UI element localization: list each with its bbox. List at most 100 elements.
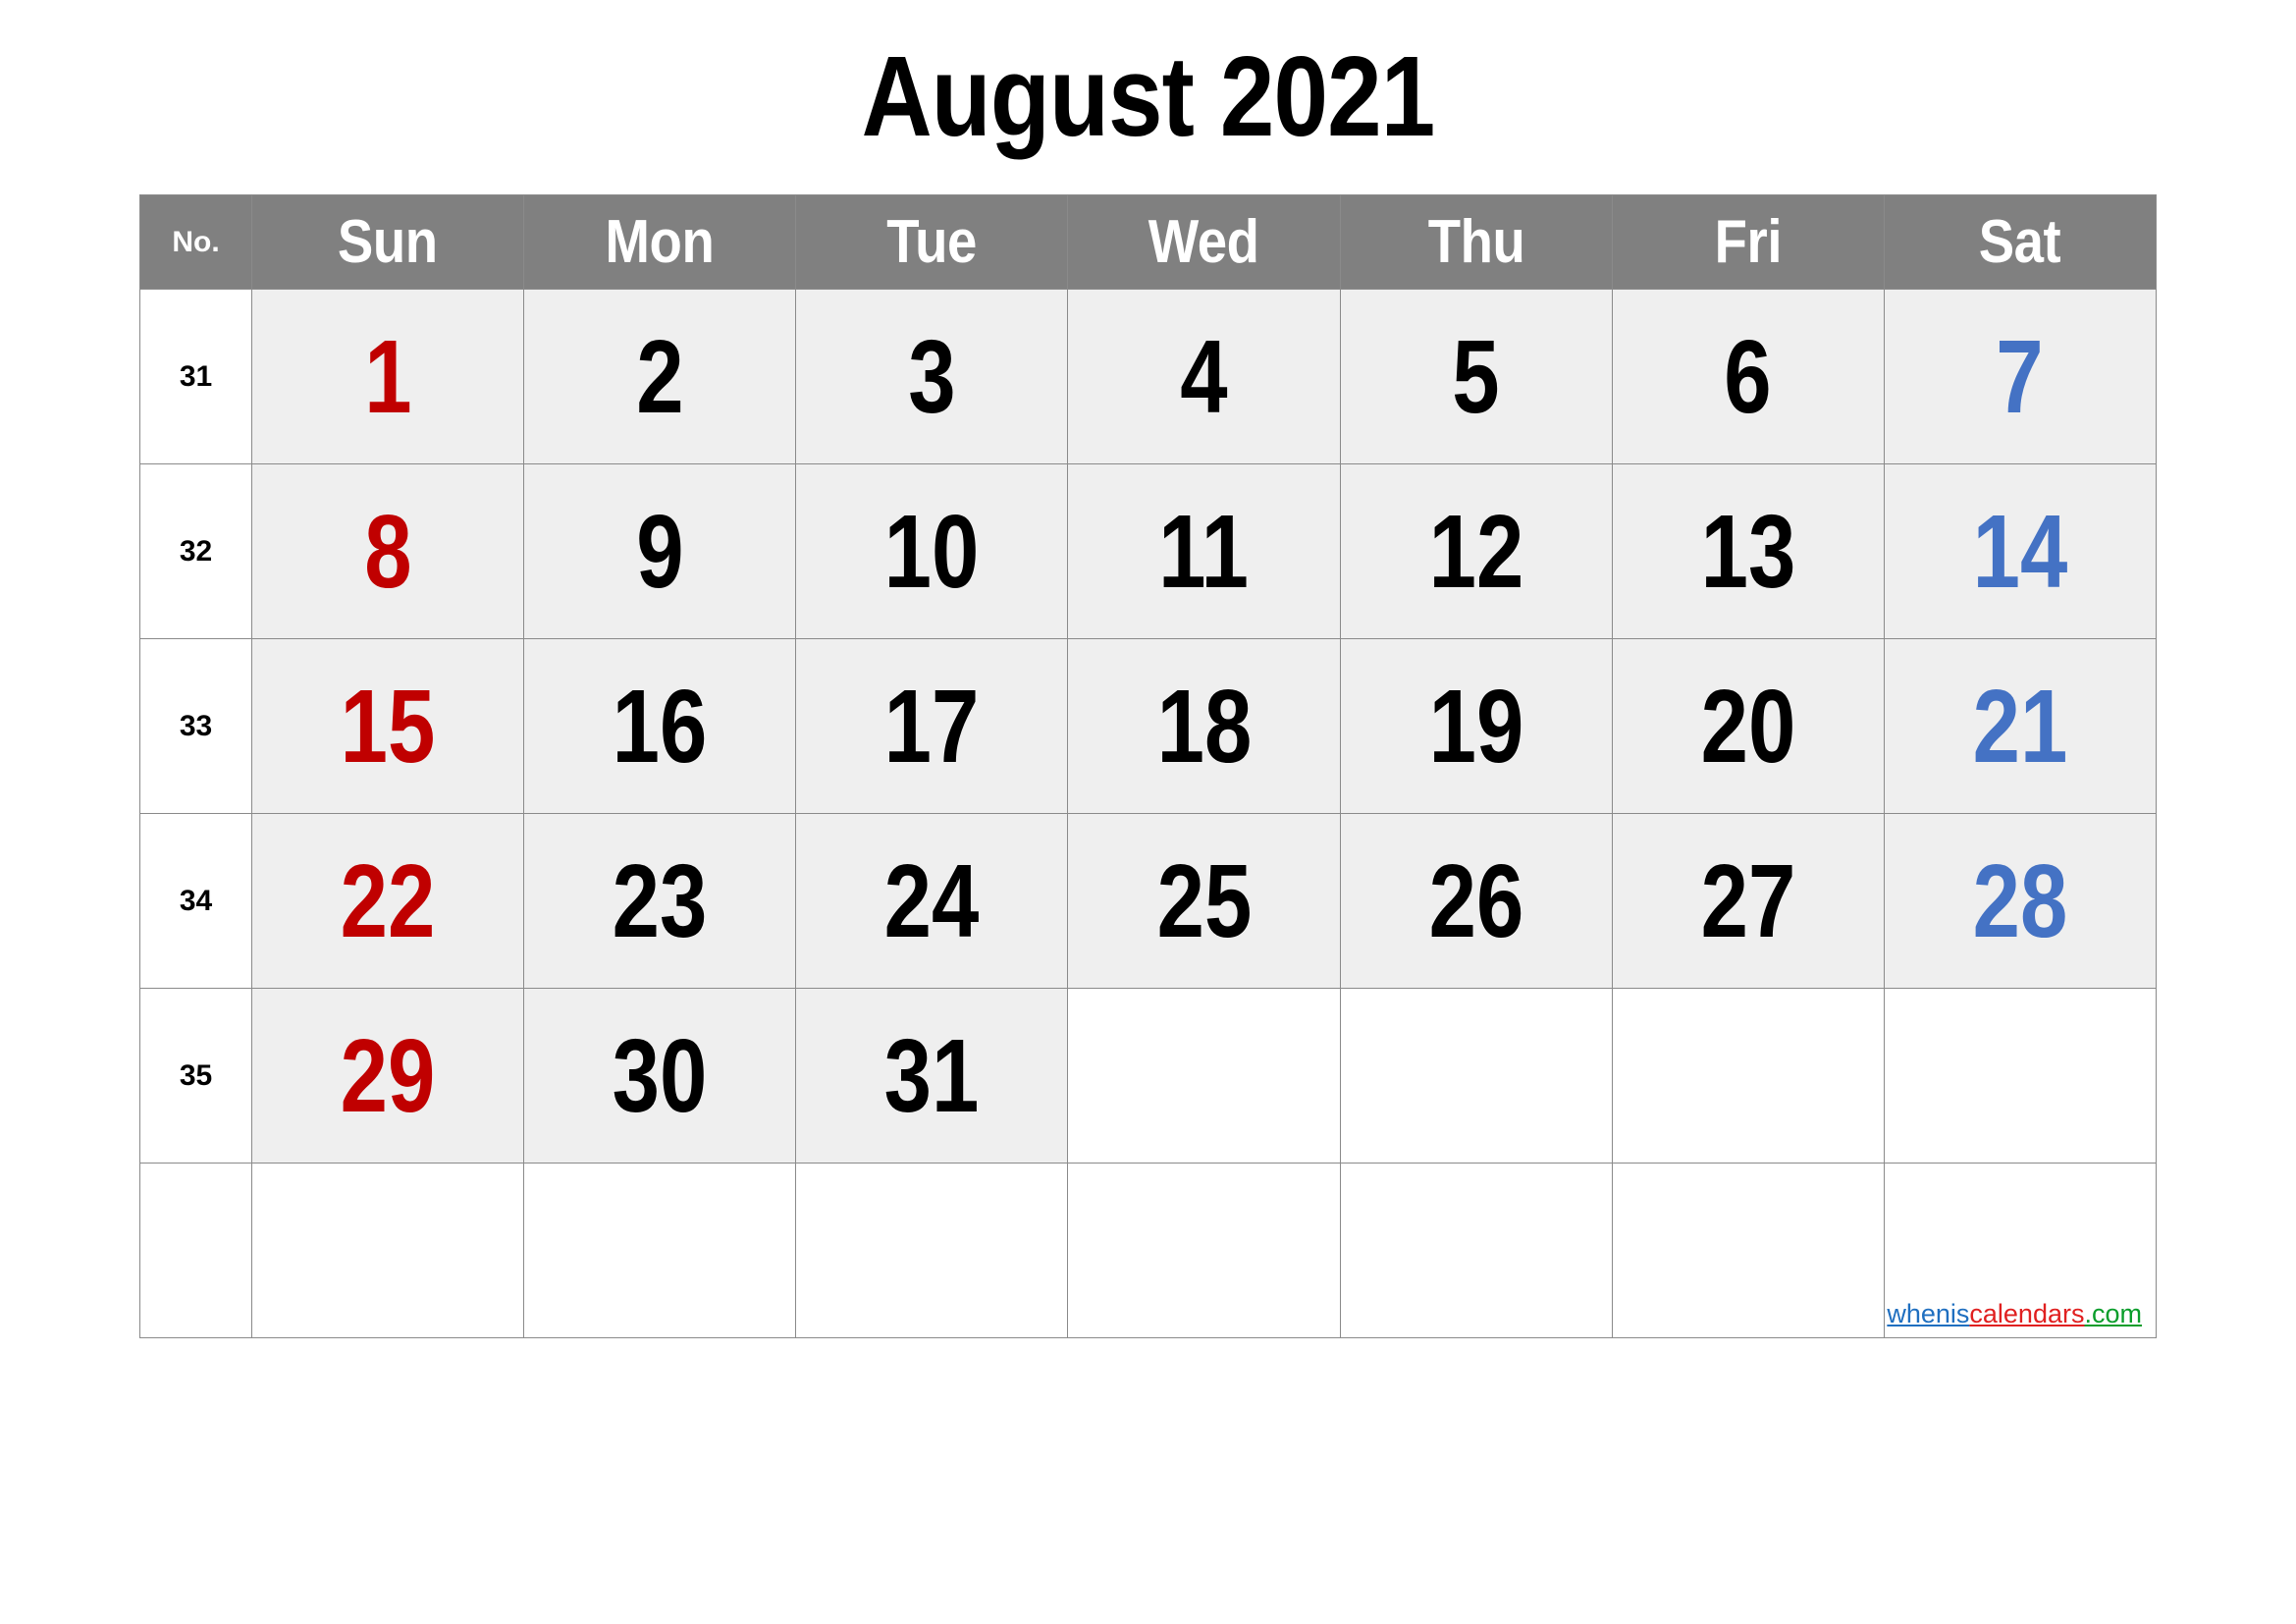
day-number-fri: 20 bbox=[1700, 668, 1796, 785]
calendar-day-cell[interactable]: 14 bbox=[1883, 463, 2158, 639]
day-number-fri: 6 bbox=[1724, 318, 1772, 435]
calendar-week-row: 35 29 30 31 bbox=[139, 988, 2158, 1164]
calendar-day-cell[interactable]: 30 bbox=[523, 988, 797, 1164]
header-day-sat: Sat bbox=[1883, 194, 2158, 290]
day-number-wed: 18 bbox=[1156, 668, 1252, 785]
day-number-mon: 30 bbox=[612, 1017, 708, 1134]
calendar-empty-cell bbox=[795, 1163, 1069, 1338]
day-number-thu: 5 bbox=[1452, 318, 1500, 435]
calendar-table: No. Sun Mon Tue Wed Thu Fri Sat 31 1 2 3 4 5 6… bbox=[139, 194, 2158, 1338]
header-day-sat-label: Sat bbox=[1979, 208, 2061, 276]
watermark-part-com: .com bbox=[2084, 1299, 2142, 1328]
day-number-sat: 21 bbox=[1972, 668, 2068, 785]
calendar-week-row: 31 1 2 3 4 5 6 7 bbox=[139, 289, 2158, 464]
day-number-sun: 22 bbox=[340, 842, 436, 959]
day-number-tue: 3 bbox=[908, 318, 956, 435]
day-number-wed: 25 bbox=[1156, 842, 1252, 959]
calendar-empty-cell bbox=[250, 1163, 525, 1338]
header-day-wed-label: Wed bbox=[1148, 208, 1259, 276]
day-number-thu: 12 bbox=[1428, 493, 1523, 610]
calendar-day-cell[interactable]: 28 bbox=[1883, 813, 2158, 989]
header-day-fri: Fri bbox=[1611, 194, 1885, 290]
day-number-tue: 10 bbox=[884, 493, 980, 610]
calendar-day-cell[interactable]: 4 bbox=[1067, 289, 1341, 464]
calendar-day-cell[interactable]: 3 bbox=[795, 289, 1069, 464]
day-number-fri: 13 bbox=[1700, 493, 1796, 610]
calendar-day-cell[interactable]: 31 bbox=[795, 988, 1069, 1164]
calendar-day-cell[interactable]: 15 bbox=[250, 638, 525, 814]
calendar-day-cell[interactable]: 20 bbox=[1611, 638, 1885, 814]
week-number-cell: 33 bbox=[139, 638, 252, 814]
calendar-day-cell[interactable]: 1 bbox=[250, 289, 525, 464]
calendar-day-cell[interactable]: 13 bbox=[1611, 463, 1885, 639]
day-number-tue: 17 bbox=[884, 668, 980, 785]
calendar-day-cell[interactable]: 10 bbox=[795, 463, 1069, 639]
calendar-day-cell[interactable]: 18 bbox=[1067, 638, 1341, 814]
header-day-wed: Wed bbox=[1067, 194, 1341, 290]
week-number-cell bbox=[139, 1163, 252, 1338]
week-number-cell: 35 bbox=[139, 988, 252, 1164]
day-number-tue: 24 bbox=[884, 842, 980, 959]
day-number-mon: 9 bbox=[636, 493, 684, 610]
watermark-part-calendars: calendars bbox=[1969, 1299, 2085, 1328]
day-number-mon: 2 bbox=[636, 318, 684, 435]
calendar-empty-cell bbox=[1339, 1163, 1613, 1338]
calendar-day-cell[interactable]: 25 bbox=[1067, 813, 1341, 989]
calendar-day-cell[interactable]: 17 bbox=[795, 638, 1069, 814]
calendar-day-cell[interactable]: 22 bbox=[250, 813, 525, 989]
calendar-week-row: 32 8 9 10 11 12 13 14 bbox=[139, 463, 2158, 639]
calendar-header: No. Sun Mon Tue Wed Thu Fri Sat bbox=[139, 194, 2158, 290]
calendar-table-wrapper: No. Sun Mon Tue Wed Thu Fri Sat 31 1 2 3 4 5 6… bbox=[139, 194, 2158, 1338]
calendar-page: August 2021 No. Sun Mon Tue Wed Thu Fri … bbox=[0, 0, 2296, 1624]
calendar-empty-cell bbox=[1611, 988, 1885, 1164]
calendar-empty-cell bbox=[1883, 988, 2158, 1164]
week-number-cell: 31 bbox=[139, 289, 252, 464]
calendar-day-cell[interactable]: 16 bbox=[523, 638, 797, 814]
calendar-day-cell[interactable]: 11 bbox=[1067, 463, 1341, 639]
header-day-tue-label: Tue bbox=[886, 208, 978, 276]
header-day-thu-label: Thu bbox=[1427, 208, 1524, 276]
calendar-empty-cell bbox=[1067, 1163, 1341, 1338]
calendar-body: 31 1 2 3 4 5 6 7 32 8 9 10 11 12 13 14 33 15 16 17 18 19 20 21 3… bbox=[139, 289, 2158, 1338]
day-number-fri: 27 bbox=[1700, 842, 1796, 959]
day-number-tue: 31 bbox=[884, 1017, 980, 1134]
calendar-day-cell[interactable]: 27 bbox=[1611, 813, 1885, 989]
calendar-day-cell[interactable]: 23 bbox=[523, 813, 797, 989]
day-number-thu: 19 bbox=[1428, 668, 1523, 785]
calendar-empty-cell bbox=[1339, 988, 1613, 1164]
day-number-sat: 28 bbox=[1972, 842, 2068, 959]
watermark-link[interactable]: wheniscalendars.com bbox=[1885, 1301, 2156, 1337]
header-day-mon-label: Mon bbox=[605, 208, 715, 276]
calendar-day-cell[interactable]: 9 bbox=[523, 463, 797, 639]
day-number-mon: 16 bbox=[612, 668, 708, 785]
calendar-week-row: 33 15 16 17 18 19 20 21 bbox=[139, 638, 2158, 814]
week-number-cell: 34 bbox=[139, 813, 252, 989]
header-day-sun: Sun bbox=[250, 194, 525, 290]
calendar-week-row: 34 22 23 24 25 26 27 28 bbox=[139, 813, 2158, 989]
calendar-day-cell[interactable]: 29 bbox=[250, 988, 525, 1164]
page-title: August 2021 bbox=[861, 32, 1436, 160]
calendar-day-cell[interactable]: 12 bbox=[1339, 463, 1613, 639]
header-day-fri-label: Fri bbox=[1714, 208, 1783, 276]
calendar-empty-cell bbox=[1067, 988, 1341, 1164]
calendar-day-cell[interactable]: 24 bbox=[795, 813, 1069, 989]
header-day-tue: Tue bbox=[795, 194, 1069, 290]
calendar-day-cell[interactable]: 21 bbox=[1883, 638, 2158, 814]
calendar-day-cell[interactable]: 2 bbox=[523, 289, 797, 464]
day-number-thu: 26 bbox=[1428, 842, 1523, 959]
header-day-sun-label: Sun bbox=[338, 208, 438, 276]
calendar-day-cell[interactable]: 8 bbox=[250, 463, 525, 639]
calendar-day-cell[interactable]: 5 bbox=[1339, 289, 1613, 464]
calendar-day-cell[interactable]: 19 bbox=[1339, 638, 1613, 814]
header-week-number: No. bbox=[139, 194, 252, 290]
day-number-sun: 29 bbox=[340, 1017, 436, 1134]
calendar-day-cell[interactable]: 7 bbox=[1883, 289, 2158, 464]
day-number-wed: 4 bbox=[1180, 318, 1228, 435]
calendar-day-cell[interactable]: 6 bbox=[1611, 289, 1885, 464]
calendar-week-row: wheniscalendars.com bbox=[139, 1163, 2158, 1338]
calendar-day-cell[interactable]: 26 bbox=[1339, 813, 1613, 989]
calendar-empty-cell bbox=[523, 1163, 797, 1338]
header-row: No. Sun Mon Tue Wed Thu Fri Sat bbox=[139, 194, 2158, 290]
day-number-mon: 23 bbox=[612, 842, 708, 959]
day-number-sat: 7 bbox=[1996, 318, 2045, 435]
